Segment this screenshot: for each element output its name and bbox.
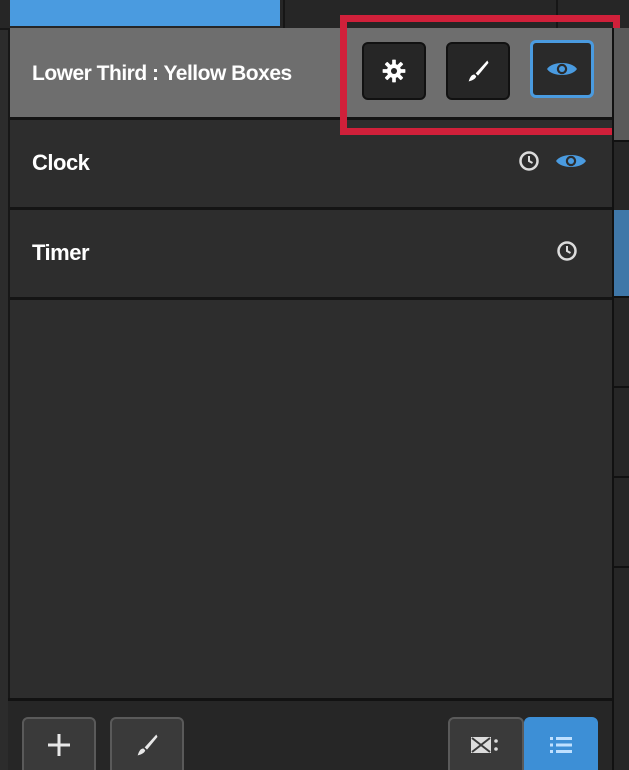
brush-icon xyxy=(137,734,158,756)
layer-label: Lower Third : Yellow Boxes xyxy=(32,62,292,85)
list-view-icon xyxy=(550,737,572,753)
brush-icon xyxy=(468,60,489,82)
grid-view-button[interactable] xyxy=(448,717,524,770)
bottom-toolbar xyxy=(8,698,612,770)
eye-icon xyxy=(547,63,577,75)
grid-view-icon xyxy=(471,737,498,753)
right-edge-panel xyxy=(612,28,629,770)
clock-icon xyxy=(557,241,577,261)
layer-label: Timer xyxy=(32,240,90,265)
eye-icon[interactable] xyxy=(554,150,588,172)
list-view-button[interactable] xyxy=(524,717,598,770)
add-layer-button[interactable] xyxy=(22,717,96,770)
tab-divider xyxy=(283,0,285,28)
clock-icon xyxy=(519,151,539,171)
right-edge-segment-active xyxy=(614,210,629,298)
gear-icon xyxy=(382,59,406,83)
active-tab-indicator[interactable] xyxy=(10,0,280,26)
right-edge-segment xyxy=(614,476,629,568)
layer-edit-button[interactable] xyxy=(446,42,510,100)
layer-label: Clock xyxy=(32,150,90,175)
layer-settings-button[interactable] xyxy=(362,42,426,100)
layer-row-icons xyxy=(518,150,588,172)
layer-row-selected[interactable]: Lower Third : Yellow Boxes xyxy=(10,28,614,120)
edit-layer-button[interactable] xyxy=(110,717,184,770)
layer-list: Lower Third : Yellow Boxes Clock Timer xyxy=(8,28,614,770)
plus-icon xyxy=(48,734,70,756)
layers-panel-screen: Lower Third : Yellow Boxes Clock Timer xyxy=(0,0,629,770)
right-edge-segment xyxy=(614,28,629,142)
layer-visibility-button[interactable] xyxy=(530,40,594,98)
layer-row[interactable]: Clock xyxy=(10,120,614,210)
right-edge-segment xyxy=(614,296,629,388)
layer-row[interactable]: Timer xyxy=(10,210,614,300)
layer-row-icons xyxy=(556,240,578,262)
right-edge-segment xyxy=(614,386,629,478)
top-tab-strip xyxy=(0,0,629,30)
layer-label-clip: Lower Third : Yellow Boxes xyxy=(10,28,370,120)
tab-divider xyxy=(556,0,558,28)
